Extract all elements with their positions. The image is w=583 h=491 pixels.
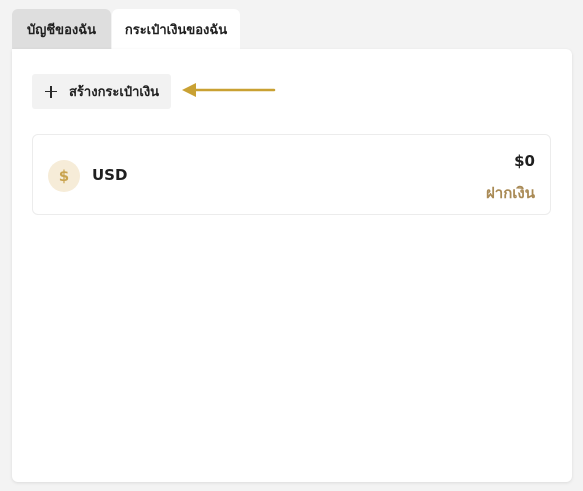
tab-my-wallets[interactable]: กระเป๋าเงินของฉัน [112, 9, 240, 49]
wallets-panel: สร้างกระเป๋าเงิน $ USD $0 ฝากเงิน [12, 49, 572, 482]
create-wallet-button[interactable]: สร้างกระเป๋าเงิน [32, 74, 171, 109]
create-wallet-label: สร้างกระเป๋าเงิน [69, 85, 160, 100]
tab-bar: บัญชีของฉัน กระเป๋าเงินของฉัน [12, 9, 240, 49]
arrow-left-icon [182, 83, 276, 97]
deposit-link[interactable]: ฝากเงิน [486, 181, 535, 205]
tab-label: บัญชีของฉัน [27, 22, 96, 38]
dollar-coin-icon: $ [48, 160, 80, 192]
plus-icon [44, 85, 58, 99]
wallet-balance: $0 [514, 152, 535, 170]
tab-my-accounts[interactable]: บัญชีของฉัน [12, 9, 111, 49]
wallet-currency: USD [92, 166, 128, 184]
coin-symbol: $ [58, 167, 70, 185]
wallet-card: $ USD $0 ฝากเงิน [32, 134, 551, 215]
tab-label: กระเป๋าเงินของฉัน [124, 22, 228, 38]
